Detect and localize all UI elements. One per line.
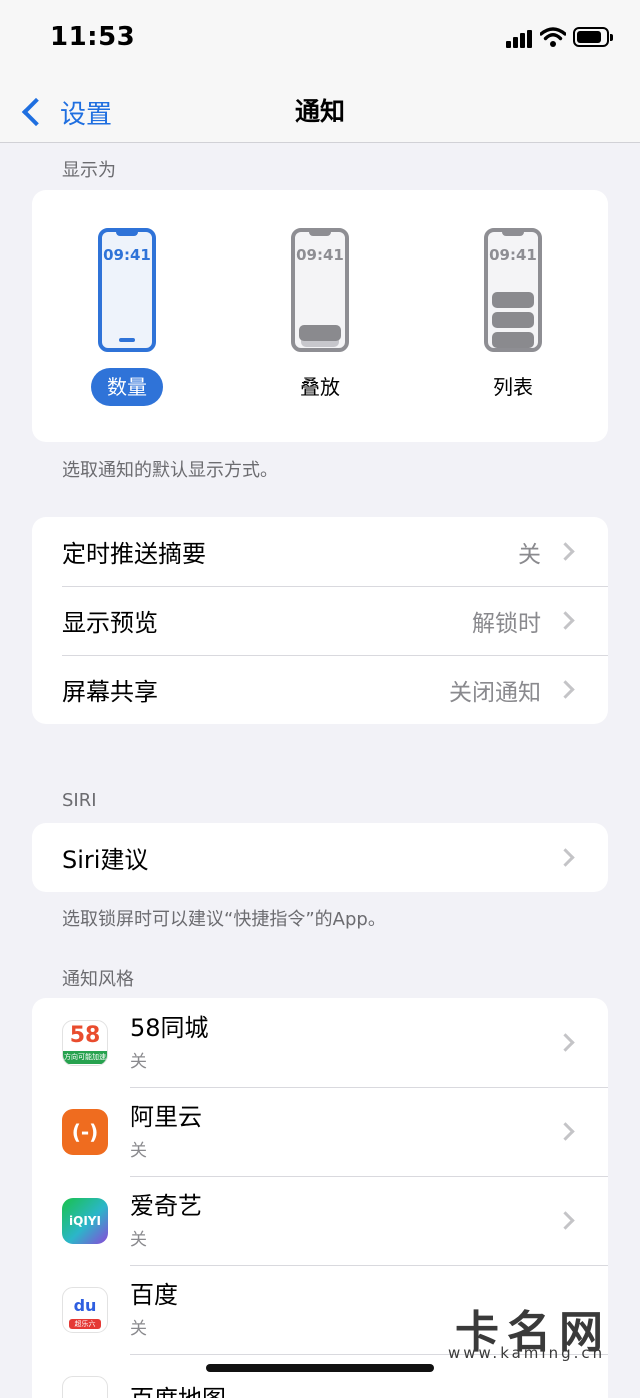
app-row-58tongcheng[interactable]: 58 方向可能加速 58同城 关 xyxy=(32,998,608,1087)
count-preview-icon: 09:41 xyxy=(98,228,156,352)
stack-preview-icon: 09:41 xyxy=(291,228,349,352)
scheduled-summary-row[interactable]: 定时推送摘要 关 xyxy=(32,517,608,586)
display-option-label: 数量 xyxy=(91,368,163,406)
row-title: 定时推送摘要 xyxy=(62,534,518,569)
app-status: 关 xyxy=(130,1225,559,1250)
display-option-list[interactable]: 09:41 列表 xyxy=(453,228,573,406)
row-value: 解锁时 xyxy=(472,604,541,638)
baidu-map-icon xyxy=(62,1376,108,1398)
row-value: 关闭通知 xyxy=(449,673,541,707)
row-title: 屏幕共享 xyxy=(62,672,449,707)
app-status: 关 xyxy=(130,1047,559,1072)
preview-clock: 09:41 xyxy=(295,246,345,264)
app-row-aliyun[interactable]: (-) 阿里云 关 xyxy=(32,1087,608,1176)
show-previews-row[interactable]: 显示预览 解锁时 xyxy=(32,586,608,655)
display-option-label: 叠放 xyxy=(284,368,356,406)
preview-clock: 09:41 xyxy=(102,246,152,264)
navigation-bar: 设置 通知 xyxy=(0,80,640,143)
aliyun-icon: (-) xyxy=(62,1109,108,1155)
display-option-count[interactable]: 09:41 数量 xyxy=(67,228,187,406)
row-title: Siri建议 xyxy=(62,840,559,875)
app-name: 58同城 xyxy=(130,1013,559,1043)
app-name: 百度地图 xyxy=(130,1384,608,1398)
display-option-stack[interactable]: 09:41 叠放 xyxy=(260,228,380,406)
home-indicator[interactable] xyxy=(206,1364,434,1372)
chevron-right-icon xyxy=(556,542,574,560)
chevron-right-icon xyxy=(556,1122,574,1140)
58-tongcheng-icon: 58 方向可能加速 xyxy=(62,1020,108,1066)
app-name: 阿里云 xyxy=(130,1102,559,1132)
siri-suggestions-row[interactable]: Siri建议 xyxy=(32,823,608,892)
display-option-label: 列表 xyxy=(477,368,549,406)
preview-clock: 09:41 xyxy=(488,246,538,264)
chevron-right-icon xyxy=(556,1033,574,1051)
settings-card: 定时推送摘要 关 显示预览 解锁时 屏幕共享 关闭通知 xyxy=(32,517,608,724)
list-preview-icon: 09:41 xyxy=(484,228,542,352)
watermark-url: www.kaming.cn xyxy=(448,1344,605,1362)
display-style-card: 09:41 数量 09:41 叠放 09:41 列表 xyxy=(32,190,608,442)
display-footer: 选取通知的默认显示方式。 xyxy=(62,456,278,482)
status-bar: 11:53 xyxy=(0,0,640,80)
battery-icon xyxy=(573,27,609,47)
page-title: 通知 xyxy=(0,92,640,132)
app-row-iqiyi[interactable]: iQIYI 爱奇艺 关 xyxy=(32,1176,608,1265)
baidu-icon: du 超乐六 xyxy=(62,1287,108,1333)
chevron-right-icon xyxy=(556,680,574,698)
app-name: 爱奇艺 xyxy=(130,1191,559,1221)
section-header-siri: SIRI xyxy=(62,790,97,811)
app-status: 关 xyxy=(130,1136,559,1161)
siri-footer: 选取锁屏时可以建议“快捷指令”的App。 xyxy=(62,905,386,931)
siri-card: Siri建议 xyxy=(32,823,608,892)
chevron-right-icon xyxy=(556,611,574,629)
row-value: 关 xyxy=(518,535,541,569)
cellular-signal-icon xyxy=(506,30,532,48)
screen-sharing-row[interactable]: 屏幕共享 关闭通知 xyxy=(32,655,608,724)
section-header-notification-style: 通知风格 xyxy=(62,965,134,991)
section-header-display: 显示为 xyxy=(62,156,116,182)
wifi-icon xyxy=(540,26,566,48)
row-title: 显示预览 xyxy=(62,603,472,638)
chevron-right-icon xyxy=(556,1211,574,1229)
status-time: 11:53 xyxy=(50,22,135,52)
chevron-right-icon xyxy=(556,848,574,866)
iqiyi-icon: iQIYI xyxy=(62,1198,108,1244)
